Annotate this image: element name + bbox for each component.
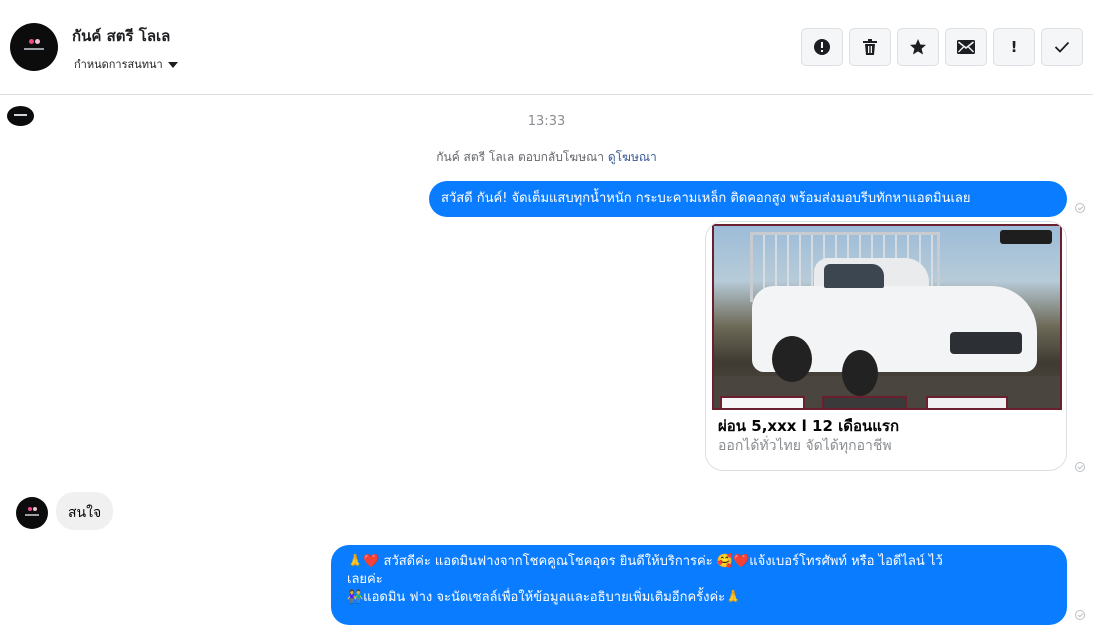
trash-icon <box>863 39 877 55</box>
assign-conversation-dropdown[interactable]: กำหนดการสนทนา <box>74 55 178 73</box>
incoming-message: สนใจ <box>56 492 114 530</box>
ad-reply-text: กันค์ สตรี โลเล ตอบกลับโฆษณา <box>436 150 604 164</box>
outgoing-message: สวัสดี กันค์! จัดเต็มแสบทุกน้ำหนัก กระบะ… <box>429 181 1067 217</box>
conversation-header: กันค์ สตรี โลเล กำหนดการสนทนา ! <box>0 0 1093 95</box>
message-timestamp: 13:33 <box>527 114 566 129</box>
truck-photo <box>712 224 1062 410</box>
seen-check-icon <box>1075 610 1085 620</box>
contact-avatar[interactable] <box>10 23 58 71</box>
envelope-icon <box>957 40 975 54</box>
alert-circle-icon <box>814 39 830 55</box>
star-icon <box>910 39 926 55</box>
chevron-down-icon <box>167 61 178 68</box>
message-line: 👫แอดมิน ฟาง จะนัดเซลล์เพื่อให้ข้อมูลและอ… <box>347 590 742 605</box>
alert-button[interactable] <box>801 28 843 66</box>
exclamation-icon: ! <box>1010 38 1018 56</box>
done-button[interactable] <box>1041 28 1083 66</box>
ad-card[interactable]: ผ่อน 5,xxx l 12 เดือนแรก ออกได้ทั่วไทย จ… <box>705 221 1067 471</box>
star-button[interactable] <box>897 28 939 66</box>
delete-button[interactable] <box>849 28 891 66</box>
assign-label: กำหนดการสนทนา <box>74 58 163 71</box>
ad-reply-notice: กันค์ สตรี โลเล ตอบกลับโฆษณา ดูโฆษณา <box>0 148 1093 167</box>
view-ad-link[interactable]: ดูโฆษณา <box>608 150 657 164</box>
contact-avatar-small <box>16 497 48 529</box>
checkmark-icon <box>1054 41 1070 53</box>
message-line: 🙏❤️ สวัสดีค่ะ แอดมินฟางจากโชคคูณโชคอุดร … <box>347 554 943 569</box>
action-toolbar: ! <box>801 28 1083 66</box>
seen-check-icon <box>1075 203 1085 213</box>
card-subtitle: ออกได้ทั่วไทย จัดได้ทุกอาชีพ <box>718 438 892 454</box>
contact-name[interactable]: กันค์ สตรี โลเล <box>72 24 170 48</box>
outgoing-message: 🙏❤️ สวัสดีค่ะ แอดมินฟางจากโชคคูณโชคอุดร … <box>331 545 1067 625</box>
mark-unread-button[interactable] <box>945 28 987 66</box>
message-line: เลยค่ะ <box>347 572 383 587</box>
seen-check-icon <box>1075 462 1085 472</box>
important-button[interactable]: ! <box>993 28 1035 66</box>
